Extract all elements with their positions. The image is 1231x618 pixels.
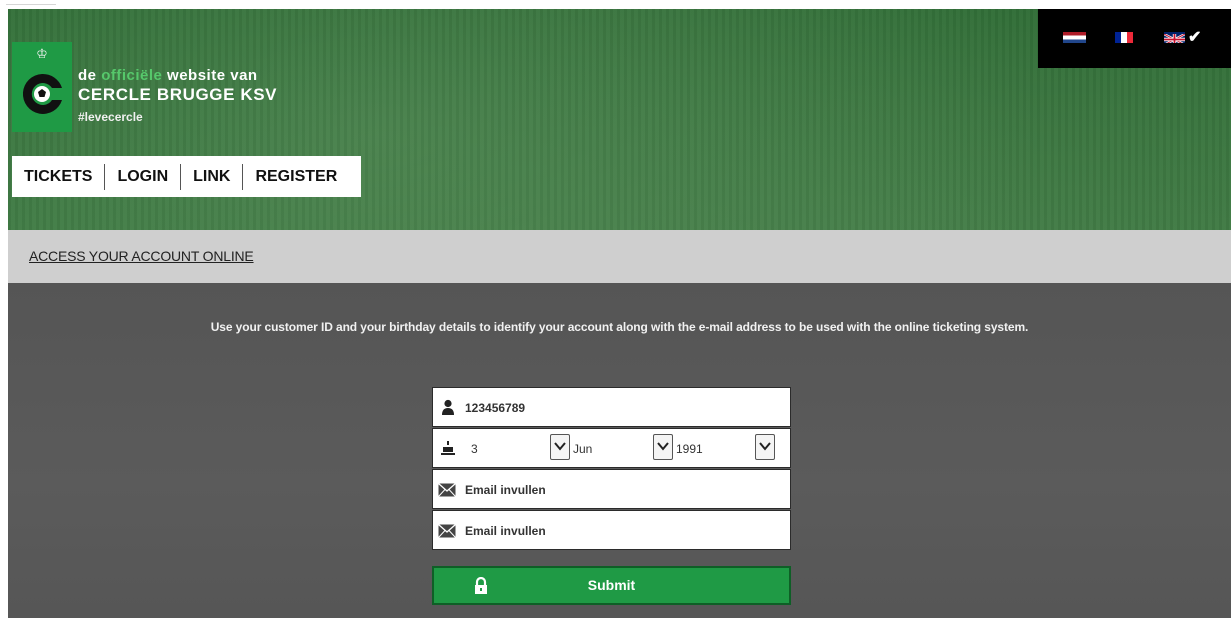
intro-text: Use your customer ID and your birthday d… <box>210 320 1029 334</box>
email-confirm-input[interactable] <box>463 519 767 543</box>
submit-button[interactable]: Submit <box>432 566 791 605</box>
nav-register[interactable]: REGISTER <box>243 164 349 190</box>
user-icon <box>442 399 454 415</box>
main-nav: TICKETS LOGIN LINK REGISTER <box>12 156 361 197</box>
email-input[interactable] <box>463 478 767 502</box>
dob-year-value: 1991 <box>676 442 703 456</box>
birthday-cake-icon <box>441 441 455 455</box>
nav-login[interactable]: LOGIN <box>105 164 180 190</box>
customer-id-input[interactable] <box>463 396 767 420</box>
nav-link[interactable]: LINK <box>181 164 242 190</box>
dob-day-value: 3 <box>471 442 478 456</box>
brand-text: de officiële website van CERCLE BRUGGE K… <box>78 67 277 125</box>
section-title[interactable]: ACCESS YOUR ACCOUNT ONLINE <box>29 248 254 264</box>
envelope-icon <box>438 524 456 538</box>
chevron-down-icon <box>759 442 771 451</box>
brand-tagline: de officiële website van <box>78 67 277 85</box>
ball-icon <box>22 73 62 114</box>
customer-id-field[interactable] <box>432 387 791 427</box>
france-flag-icon[interactable] <box>1115 32 1133 43</box>
dob-month-select[interactable] <box>653 434 673 460</box>
netherlands-flag-icon[interactable] <box>1063 32 1086 43</box>
account-form: 3 Jun 1991 <box>432 387 791 551</box>
submit-label: Submit <box>587 577 636 593</box>
envelope-icon <box>438 483 456 497</box>
crown-icon: ♔ <box>36 46 48 61</box>
selected-check-icon: ✔ <box>1188 29 1202 46</box>
section-header: ACCESS YOUR ACCOUNT ONLINE <box>8 230 1231 283</box>
email-confirm-field[interactable] <box>432 510 791 550</box>
dob-day-select[interactable] <box>550 434 570 460</box>
top-strip <box>0 0 1231 9</box>
top-divider <box>6 4 56 5</box>
language-selector: ✔ <box>1038 9 1231 68</box>
email-field[interactable] <box>432 469 791 509</box>
hashtag: #levecercle <box>78 110 143 124</box>
dob-month-value: Jun <box>573 442 593 456</box>
birthday-field: 3 Jun 1991 <box>432 428 791 468</box>
lock-icon <box>475 577 487 594</box>
tagline-prefix: de <box>78 67 97 84</box>
tagline-highlight: officiële <box>101 67 163 84</box>
uk-flag-icon[interactable] <box>1164 32 1185 43</box>
chevron-down-icon <box>657 442 669 451</box>
dob-year-select[interactable] <box>755 434 775 460</box>
club-name: CERCLE BRUGGE KSV <box>78 85 278 104</box>
page-stage: ♔ de officiële website van CERCLE BRUGGE… <box>8 9 1231 618</box>
chevron-down-icon <box>554 442 566 451</box>
club-logo[interactable]: ♔ <box>12 42 72 132</box>
tagline-suffix: website van <box>167 67 258 84</box>
nav-tickets[interactable]: TICKETS <box>12 164 104 190</box>
